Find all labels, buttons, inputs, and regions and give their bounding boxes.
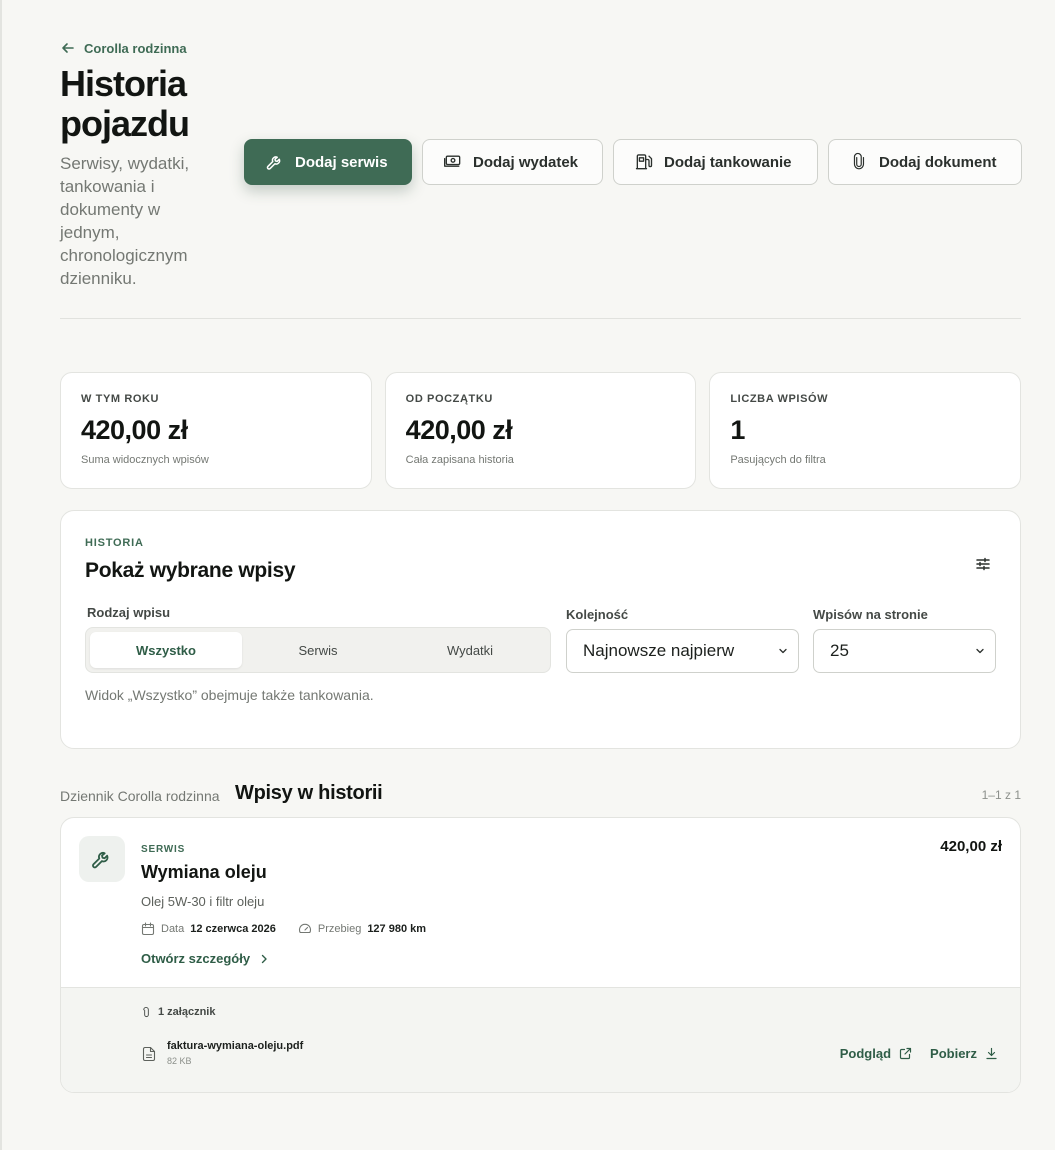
gauge-icon: [298, 923, 311, 934]
wrench-icon: [92, 852, 109, 869]
stats-row: W TYM ROKU 420,00 zł Suma widocznych wpi…: [60, 372, 1022, 489]
stat-note: Suma widocznych wpisów: [81, 454, 209, 466]
stat-label: OD POCZĄTKU: [405, 393, 493, 405]
stat-card-this-year: W TYM ROKU 420,00 zł Suma widocznych wpi…: [60, 372, 372, 489]
list-subtitle: Dziennik Corolla rodzinna: [60, 788, 220, 804]
stat-value: 420,00 zł: [81, 415, 188, 445]
per-page-label: Wpisów na stronie: [813, 607, 928, 622]
entry-date-label: Data: [161, 923, 185, 935]
add-document-label: Dodaj dokument: [879, 153, 997, 171]
attachment-actions: Podgląd Pobierz: [840, 1046, 998, 1061]
entry-meta: Data 12 czerwca 2026 Przebieg 127 980 km: [141, 922, 442, 936]
page-subtitle: Serwisy, wydatki, tankowania i dokumenty…: [60, 154, 190, 288]
add-expense-label: Dodaj wydatek: [473, 153, 579, 171]
open-details-label: Otwórz szczegóły: [141, 951, 251, 966]
pagination-count: 1–1 z 1: [981, 788, 1021, 802]
download-icon: [986, 1047, 997, 1060]
filter-card: HISTORIA Pokaż wybrane wpisy Rodzaj wpis…: [60, 510, 1021, 749]
paperclip-icon: [143, 1006, 149, 1017]
wrench-icon: [266, 156, 281, 170]
stat-note: Pasujących do filtra: [730, 454, 826, 466]
order-label: Kolejność: [566, 607, 629, 622]
back-link-label: Corolla rodzinna: [84, 40, 187, 56]
attachment-file-name: faktura-wymiana-oleju.pdf: [167, 1040, 304, 1052]
entry-title: Wymiana oleju: [141, 862, 267, 882]
filter-eyebrow: HISTORIA: [85, 537, 144, 549]
entry-mileage-label: Przebieg: [317, 923, 362, 935]
chevron-down-icon: [779, 648, 787, 654]
entry-type-option-expenses[interactable]: Wydatki: [394, 632, 546, 668]
filter-hint: Widok „Wszystko” obejmuje także tankowan…: [85, 687, 374, 703]
add-refuel-button[interactable]: Dodaj tankowanie: [613, 139, 818, 185]
download-label: Pobierz: [930, 1046, 977, 1061]
entry-category-icon-tile: [79, 836, 125, 882]
chevron-down-icon: [976, 648, 984, 654]
page-title: Historia pojazdu: [60, 63, 190, 144]
fuel-pump-icon: [635, 154, 653, 170]
attachment-file-size: 82 KB: [167, 1056, 192, 1066]
stat-card-all-time: OD POCZĄTKU 420,00 zł Cała zapisana hist…: [384, 372, 697, 489]
arrow-left-icon: [62, 43, 74, 53]
back-link[interactable]: Corolla rodzinna: [60, 40, 187, 56]
preview-attachment-button[interactable]: Podgląd: [840, 1046, 912, 1061]
entry-type-segmented-control: Wszystko Serwis Wydatki: [85, 627, 551, 673]
entry-type-option-service[interactable]: Serwis: [242, 632, 394, 668]
open-details-link[interactable]: Otwórz szczegóły: [141, 951, 270, 966]
history-entry-card: SERWIS Wymiana oleju 420,00 zł Olej 5W-3…: [60, 817, 1021, 1093]
per-page-select[interactable]: 25: [813, 629, 996, 673]
attachments-count-label: 1 załącznik: [158, 1006, 216, 1018]
add-service-label: Dodaj serwis: [295, 153, 388, 171]
order-select-value: Najnowsze najpierw: [583, 641, 735, 660]
add-refuel-label: Dodaj tankowanie: [664, 153, 792, 171]
list-header: Dziennik Corolla rodzinna Wpisy w histor…: [60, 782, 1021, 808]
chevron-right-icon: [261, 954, 267, 963]
entry-description: Olej 5W-30 i filtr oleju: [141, 894, 265, 909]
stat-note: Cała zapisana historia: [405, 454, 514, 466]
attachment-file: faktura-wymiana-oleju.pdf 82 KB: [141, 1040, 303, 1066]
filter-settings-button[interactable]: [970, 551, 996, 577]
entry-mileage-value: 127 980 km: [367, 923, 427, 935]
filter-title: Pokaż wybrane wpisy: [85, 559, 296, 582]
external-link-icon: [899, 1047, 912, 1060]
stat-label: W TYM ROKU: [81, 393, 160, 405]
stat-value: 1: [730, 415, 745, 445]
attachments-section: 1 załącznik faktura-wymiana-oleju.pdf 82…: [61, 987, 1020, 1092]
add-document-button[interactable]: Dodaj dokument: [828, 139, 1022, 185]
action-bar: Dodaj serwis Dodaj wydatek Dodaj tankowa…: [244, 139, 1022, 185]
banknote-icon: [444, 155, 461, 167]
header-divider: [60, 318, 1021, 319]
entry-type-label: Rodzaj wpisu: [87, 605, 171, 620]
calendar-icon: [141, 922, 155, 936]
stat-label: LICZBA WPISÓW: [730, 393, 829, 405]
download-attachment-button[interactable]: Pobierz: [930, 1046, 998, 1061]
attachments-count: 1 załącznik: [141, 1006, 215, 1018]
entry-type-option-all[interactable]: Wszystko: [90, 632, 242, 668]
sliders-icon: [976, 557, 990, 571]
entry-category: SERWIS: [141, 844, 186, 855]
file-icon: [142, 1046, 156, 1062]
entry-date-value: 12 czerwca 2026: [190, 923, 276, 935]
paperclip-icon: [853, 152, 865, 170]
add-service-button[interactable]: Dodaj serwis: [244, 139, 412, 185]
list-title: Wpisy w historii: [235, 782, 383, 804]
page-edge: [0, 0, 2, 1150]
stat-value: 420,00 zł: [405, 415, 513, 445]
add-expense-button[interactable]: Dodaj wydatek: [422, 139, 603, 185]
stat-card-entry-count: LICZBA WPISÓW 1 Pasujących do filtra: [709, 372, 1022, 489]
per-page-select-value: 25: [830, 641, 849, 660]
entry-amount: 420,00 zł: [940, 838, 1002, 855]
order-select[interactable]: Najnowsze najpierw: [566, 629, 799, 673]
preview-label: Podgląd: [839, 1046, 892, 1061]
